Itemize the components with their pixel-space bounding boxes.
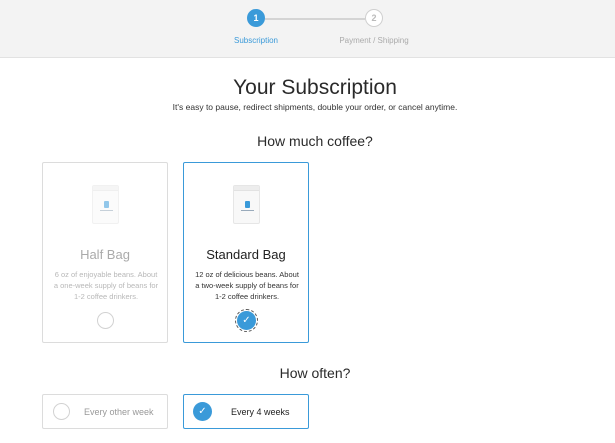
coffee-bag-icon (92, 185, 119, 224)
every-4-weeks-option[interactable]: ✓ Every 4 weeks (183, 394, 309, 429)
step-number-badge: 2 (365, 9, 383, 27)
option-title: Half Bag (80, 247, 130, 262)
every-4-weeks-radio[interactable]: ✓ (193, 402, 212, 421)
check-icon: ✓ (198, 406, 207, 417)
option-label: Every 4 weeks (231, 407, 290, 417)
step-label: Payment / Shipping (339, 36, 409, 45)
option-description: 12 oz of delicious beans. About a two-we… (195, 270, 299, 301)
step-subscription[interactable]: 1 Subscription (196, 9, 316, 45)
coffee-bag-icon (233, 185, 260, 224)
standard-bag-option[interactable]: Standard Bag 12 oz of delicious beans. A… (183, 162, 309, 343)
frequency-heading: How often? (279, 365, 351, 381)
progress-stepper: 1 Subscription 2 Payment / Shipping (0, 0, 615, 58)
option-label: Every other week (84, 407, 154, 417)
half-bag-option[interactable]: Half Bag 6 oz of enjoyable beans. About … (42, 162, 168, 343)
option-description: 6 oz of enjoyable beans. About a one-wee… (53, 270, 159, 301)
half-bag-radio[interactable] (97, 312, 114, 329)
step-label: Subscription (233, 36, 279, 45)
every-other-week-radio[interactable] (53, 403, 70, 420)
page-title: Your Subscription (233, 76, 397, 99)
step-payment-shipping[interactable]: 2 Payment / Shipping (314, 9, 434, 45)
option-title: Standard Bag (206, 247, 286, 262)
step-number-badge: 1 (247, 9, 265, 27)
standard-bag-radio[interactable]: ✓ (235, 309, 258, 332)
amount-heading: How much coffee? (257, 133, 373, 149)
every-other-week-option[interactable]: Every other week (42, 394, 168, 429)
page-subtitle: It's easy to pause, redirect shipments, … (172, 102, 458, 112)
check-icon: ✓ (242, 315, 251, 326)
